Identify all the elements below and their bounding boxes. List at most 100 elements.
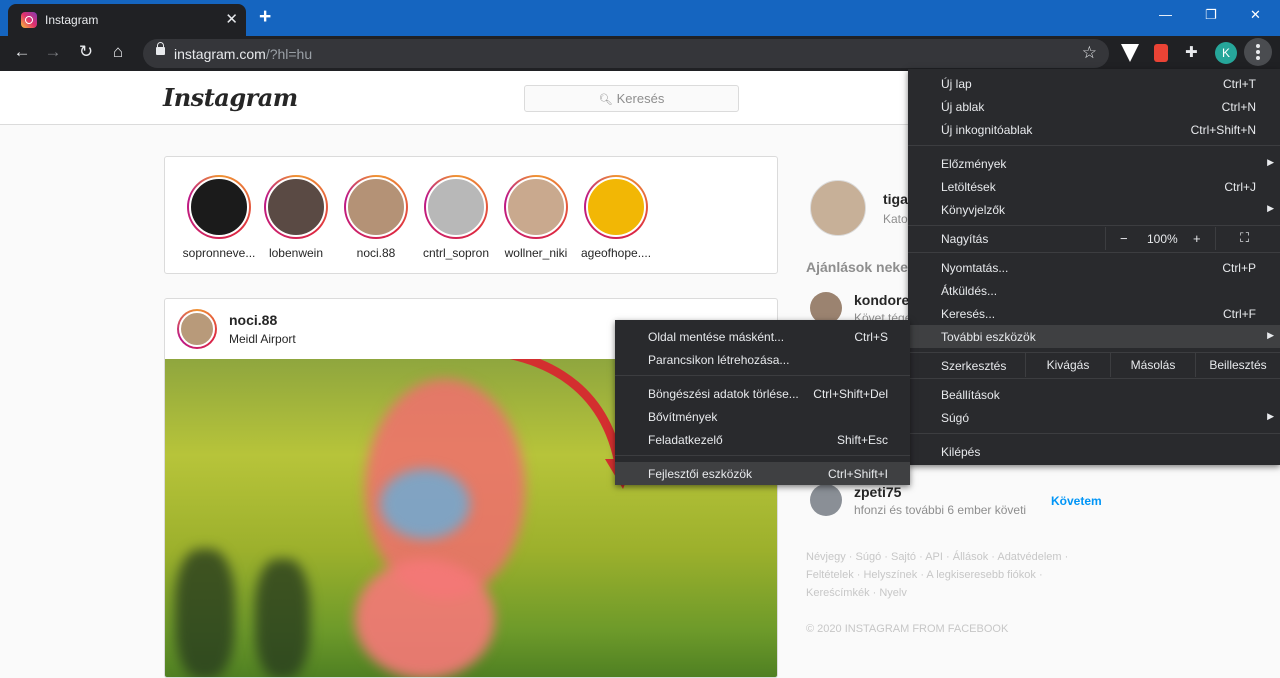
story-item[interactable]: sopronneve... [179,175,259,260]
tab-instagram[interactable]: Instagram ✕ [8,4,246,36]
submenu-item-clear-data[interactable]: Böngészési adatok törlése... Ctrl+Shift+… [615,382,910,405]
menu-separator [908,225,1280,226]
tab-close-icon[interactable]: ✕ [225,10,238,28]
menu-separator [908,378,1280,379]
menu-label: Nagyítás [941,232,989,246]
follow-button[interactable]: Követem [1051,494,1102,508]
forward-arrow-icon[interactable]: → [42,42,64,62]
story-item[interactable]: cntrl_sopron [416,175,496,260]
menu-shortcut: Ctrl+P [1222,261,1256,275]
menu-shortcut: Ctrl+J [1224,180,1256,194]
reload-icon[interactable]: ↻ [75,42,97,62]
chrome-menu-button[interactable] [1244,38,1272,66]
submenu-item-task-manager[interactable]: Feladatkezelő Shift+Esc [615,428,910,451]
menu-label: Keresés... [941,307,996,321]
current-user-name[interactable]: tiga [883,191,908,207]
search-input[interactable]: 🔍︎ Keresés [524,85,739,112]
menu-separator [908,145,1280,146]
menu-item-new-window[interactable]: Új ablak Ctrl+N [908,95,1280,118]
menu-label: Súgó [941,411,970,425]
menu-label: Böngészési adatok törlése... [648,387,799,401]
submenu-arrow-icon: ▶ [1267,411,1274,421]
bookmark-star-icon[interactable]: ☆ [1082,43,1097,63]
menu-row-zoom: Nagyítás − 100% + ⛶ [908,227,1280,250]
story-item[interactable]: noci.88 [336,175,416,260]
browser-toolbar: ← → ↻ ⌂ instagram.com/?hl=hu ☆ ✚ K [0,36,1280,71]
extension-office-icon[interactable] [1154,44,1168,62]
instagram-logo[interactable]: Instagram [163,83,298,112]
suggestion-username[interactable]: kondore [854,292,909,308]
story-avatar [346,177,406,237]
menu-label: Oldal mentése másként... [648,330,785,344]
menu-label: Feladatkezelő [648,433,723,447]
menu-label: Könyvjelzők [941,203,1006,217]
suggestion-username[interactable]: zpeti75 [854,484,901,500]
story-username: ageofhope.... [580,246,652,260]
submenu-item-devtools[interactable]: Fejlesztői eszközök Ctrl+Shift+I [615,462,910,485]
menu-label: Új ablak [941,100,985,114]
post-avatar[interactable] [177,309,217,349]
menu-shortcut: Ctrl+F [1223,307,1256,321]
back-arrow-icon[interactable]: ← [11,42,33,62]
extensions-puzzle-icon[interactable]: ✚ [1185,43,1203,61]
menu-label: Fejlesztői eszközök [648,467,753,481]
footer-links[interactable]: Névjegy · Súgó · Sajtó · API · Állások ·… [806,548,1076,602]
submenu-item-extensions[interactable]: Bővítmények [615,405,910,428]
tab-title: Instagram [45,13,99,27]
story-item[interactable]: wollner_niki [496,175,576,260]
menu-item-bookmarks[interactable]: Könyvjelzők ▶ [908,198,1280,221]
menu-label: Szerkesztés [941,359,1007,373]
menu-shortcut: Ctrl+N [1221,100,1256,114]
fullscreen-button[interactable]: ⛶ [1215,227,1280,250]
menu-item-settings[interactable]: Beállítások [908,383,1280,406]
menu-item-downloads[interactable]: Letöltések Ctrl+J [908,175,1280,198]
zoom-out-button[interactable]: − [1120,231,1128,246]
menu-item-print[interactable]: Nyomtatás... Ctrl+P [908,256,1280,279]
menu-item-find[interactable]: Keresés... Ctrl+F [908,302,1280,325]
paste-button[interactable]: Beillesztés [1195,353,1280,377]
menu-shortcut: Ctrl+S [854,330,888,344]
suggestion-avatar[interactable] [810,484,842,516]
new-tab-button[interactable]: + [259,5,271,29]
current-user-fullname: Kato [883,212,908,226]
address-bar[interactable]: instagram.com/?hl=hu ☆ [143,39,1109,68]
menu-item-help[interactable]: Súgó ▶ [908,406,1280,429]
story-item[interactable]: ageofhope.... [576,175,656,260]
story-username: sopronneve... [182,246,256,260]
menu-item-cast[interactable]: Átküldés... [908,279,1280,302]
post-location[interactable]: Meidl Airport [229,332,296,346]
window-close-button[interactable]: ✕ [1250,7,1261,23]
zoom-in-button[interactable]: + [1193,231,1201,246]
suggestion-subtext: hfonzi és további 6 ember követi [854,503,1027,517]
extension-vpn-icon[interactable] [1121,44,1139,62]
copy-button[interactable]: Másolás [1110,353,1195,377]
minimize-button[interactable]: — [1159,7,1172,22]
menu-item-more-tools[interactable]: További eszközök ▶ [908,325,1280,348]
home-icon[interactable]: ⌂ [107,42,129,62]
story-avatar [586,177,646,237]
zoom-level: 100% [1147,232,1178,246]
menu-item-history[interactable]: Előzmények ▶ [908,152,1280,175]
menu-label: Kilépés [941,445,981,459]
current-user-avatar[interactable] [810,180,866,236]
menu-shortcut: Ctrl+Shift+I [827,467,888,481]
lock-icon[interactable] [156,42,165,55]
story-username: noci.88 [356,246,396,260]
menu-item-exit[interactable]: Kilépés [908,440,1280,463]
submenu-item-create-shortcut[interactable]: Parancsikon létrehozása... [615,348,910,371]
menu-separator [615,375,910,376]
menu-item-incognito[interactable]: Új inkognitóablak Ctrl+Shift+N [908,118,1280,141]
menu-item-new-tab[interactable]: Új lap Ctrl+T [908,72,1280,95]
story-avatar [506,177,566,237]
maximize-button[interactable]: ❐ [1205,7,1217,23]
menu-row-edit: Szerkesztés Kivágás Másolás Beillesztés [908,353,1280,377]
profile-avatar[interactable]: K [1215,42,1237,64]
cut-button[interactable]: Kivágás [1025,353,1110,377]
instagram-favicon-icon [21,12,37,28]
post-username[interactable]: noci.88 [229,312,277,328]
story-avatar [426,177,486,237]
menu-label: Letöltések [941,180,996,194]
submenu-item-save-page[interactable]: Oldal mentése másként... Ctrl+S [615,325,910,348]
story-item[interactable]: lobenwein [256,175,336,260]
menu-label: Beállítások [941,388,1000,402]
